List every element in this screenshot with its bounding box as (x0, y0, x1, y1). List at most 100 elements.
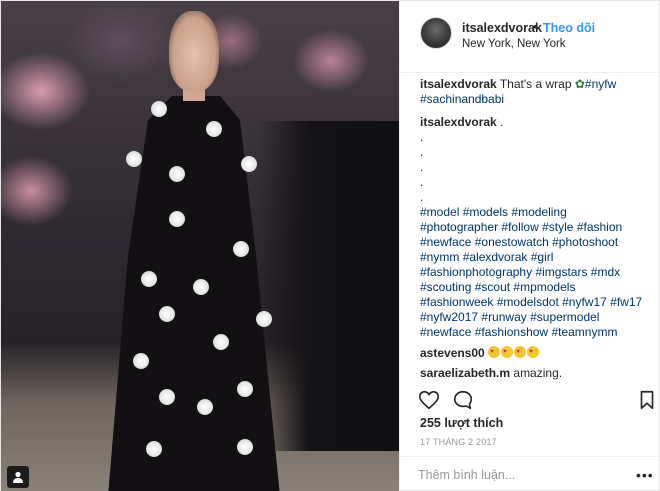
hashtag-link[interactable]: #newface (420, 235, 471, 249)
hashtag-link[interactable]: #fashionweek (420, 295, 493, 309)
comment-row: astevens00 (420, 345, 654, 361)
hashtag-link[interactable]: #alexdvorak (463, 250, 528, 264)
hashtag-link[interactable]: #photographer (420, 220, 498, 234)
location-link[interactable]: New York, New York (462, 38, 566, 50)
hashtag-link[interactable]: #supermodel (530, 310, 599, 324)
hashtag-line: #newface #fashionshow #teamnymm (420, 325, 654, 340)
hashtag-link[interactable]: #sachinandbabi (420, 92, 504, 106)
heart-icon[interactable] (418, 389, 440, 411)
hashtag-link[interactable]: #nyfw2017 (420, 310, 478, 324)
hashtag-comment: itsalexdvorak . . . . . . #model #models… (420, 115, 654, 340)
hashtag-link[interactable]: #imgstars (535, 265, 587, 279)
dress-flower (159, 306, 175, 322)
hashtag-link[interactable]: #model (420, 205, 459, 219)
hashtag-line: #model #models #modeling (420, 205, 654, 220)
dress-flower (197, 399, 213, 415)
hashtag-link[interactable]: #nymm (420, 250, 459, 264)
hashtag-line: #photographer #follow #style #fashion (420, 220, 654, 235)
dress-flower (213, 334, 229, 350)
dot-line: . (420, 145, 424, 159)
comment-username[interactable]: itsalexdvorak (420, 115, 497, 129)
comment-text: amazing. (513, 366, 563, 380)
hashtag-link[interactable]: #fashionshow (475, 325, 548, 339)
hashtag-link[interactable]: #girl (531, 250, 554, 264)
dot-line: . (420, 160, 424, 174)
dress-flower (256, 311, 272, 327)
add-comment-bar: ••• (400, 456, 660, 491)
hashtag-line: #nyfw2017 #runway #supermodel (420, 310, 654, 325)
dress-flower (233, 241, 249, 257)
hashtag-line: #fashionweek #modelsdot #nyfw17 #fw17 (420, 295, 654, 310)
hashtag-link[interactable]: #follow (501, 220, 538, 234)
dress-flower (237, 439, 253, 455)
dress-flower (146, 441, 162, 457)
hashtag-line: #newface #onestowatch #photoshoot (420, 235, 654, 250)
comment-username[interactable]: saraelizabeth.m (420, 366, 510, 380)
dress-flower (159, 389, 175, 405)
bookmark-icon[interactable] (636, 389, 658, 411)
header-username[interactable]: itsalexdvorak (462, 21, 542, 35)
dress-flower (206, 121, 222, 137)
post-date[interactable]: 17 THÁNG 2 2017 (420, 437, 497, 447)
hashtag-link[interactable]: #teamnymm (551, 325, 617, 339)
dot-line: . (420, 190, 424, 204)
user-tag-icon[interactable] (7, 466, 29, 488)
post-photo[interactable] (1, 1, 399, 491)
hashtag-link[interactable]: #fashionphotography (420, 265, 532, 279)
hashtag-link[interactable]: #newface (420, 325, 471, 339)
comment-text: . (500, 115, 504, 129)
heart-eyes-emoji-row (488, 345, 540, 360)
comment-icon[interactable] (452, 389, 474, 411)
hashtag-link[interactable]: #nyfw (585, 77, 616, 91)
follow-button[interactable]: Theo dõi (543, 21, 595, 35)
hashtag-line: #nymm #alexdvorak #girl (420, 250, 654, 265)
avatar[interactable] (420, 17, 452, 49)
dress-flower (169, 166, 185, 182)
comment-row: saraelizabeth.m amazing. (420, 366, 654, 381)
dress-flower (169, 211, 185, 227)
dot-line: . (420, 130, 424, 144)
heart-eyes-emoji-icon (501, 345, 514, 360)
post-header: itsalexdvorak • Theo dõi New York, New Y… (400, 1, 660, 73)
dress-flower (193, 279, 209, 295)
action-bar (400, 385, 660, 413)
hashtag-link[interactable]: #onestowatch (475, 235, 549, 249)
leaf-emoji-icon: ✿ (574, 77, 585, 91)
dress-flower (151, 101, 167, 117)
hashtag-link[interactable]: #photoshoot (552, 235, 618, 249)
instagram-post: itsalexdvorak • Theo dõi New York, New Y… (0, 0, 660, 491)
dress-flower (141, 271, 157, 287)
more-options-button[interactable]: ••• (636, 467, 654, 483)
dress-flower (126, 151, 142, 167)
hashtag-link[interactable]: #style (542, 220, 573, 234)
hashtag-link[interactable]: #scouting (420, 280, 471, 294)
dress-flower (241, 156, 257, 172)
hashtag-link[interactable]: #scout (475, 280, 510, 294)
hashtag-lines: #model #models #modeling #photographer #f… (420, 205, 654, 340)
hashtag-link[interactable]: #modeling (511, 205, 566, 219)
caption: itsalexdvorak That's a wrap ✿#nyfw #sach… (420, 77, 654, 107)
heart-eyes-emoji-icon (514, 345, 527, 360)
comments-list: itsalexdvorak That's a wrap ✿#nyfw #sach… (420, 77, 654, 380)
follow-separator: • (533, 19, 538, 34)
audience (259, 121, 399, 451)
dress-flower (133, 353, 149, 369)
hashtag-link[interactable]: #nyfw17 (562, 295, 607, 309)
hashtag-link[interactable]: #fw17 (610, 295, 642, 309)
hashtag-line: #fashionphotography #imgstars #mdx (420, 265, 654, 280)
caption-text: That's a wrap (499, 77, 572, 91)
caption-username[interactable]: itsalexdvorak (420, 77, 497, 91)
hashtag-link[interactable]: #modelsdot (497, 295, 559, 309)
comment-username[interactable]: astevens00 (420, 346, 485, 360)
heart-eyes-emoji-icon (488, 345, 501, 360)
hashtag-link[interactable]: #runway (481, 310, 526, 324)
post-side-panel: itsalexdvorak • Theo dõi New York, New Y… (399, 1, 660, 491)
hashtag-link[interactable]: #mpmodels (513, 280, 575, 294)
hashtag-link[interactable]: #models (463, 205, 508, 219)
dot-line: . (420, 175, 424, 189)
model-head (169, 11, 219, 91)
hashtag-link[interactable]: #mdx (591, 265, 620, 279)
hashtag-link[interactable]: #fashion (577, 220, 622, 234)
likes-count[interactable]: 255 lượt thích (420, 416, 503, 430)
comment-input[interactable] (418, 465, 618, 485)
